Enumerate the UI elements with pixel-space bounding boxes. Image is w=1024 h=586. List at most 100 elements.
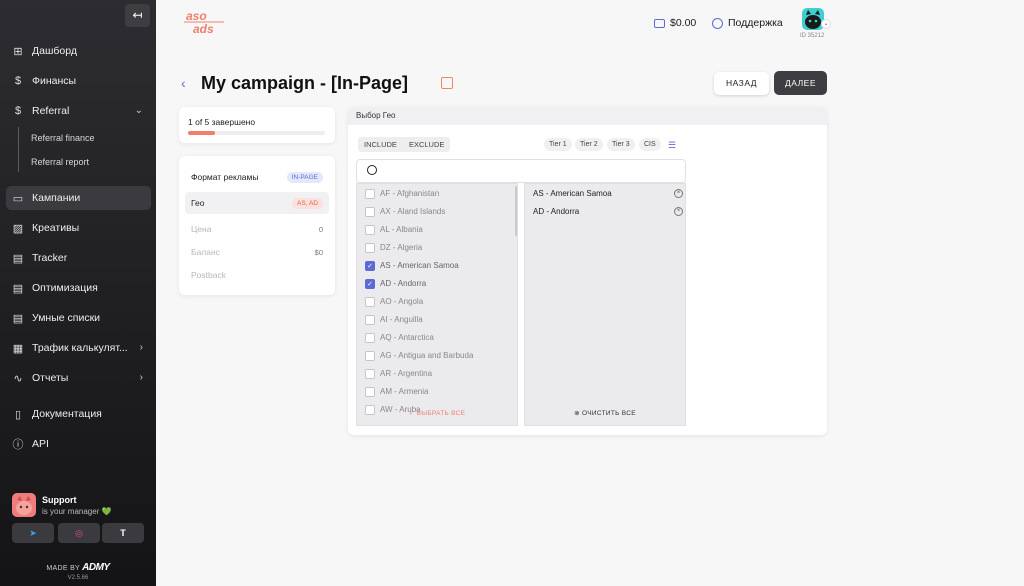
country-label: AG - Antigua and Barbuda <box>380 351 474 360</box>
sidebar-subitem-referral-finance[interactable]: Referral finance <box>31 133 95 143</box>
country-item[interactable]: AG - Antigua and Barbuda <box>365 348 473 363</box>
sidebar-item-label: API <box>32 438 49 450</box>
tiktok-icon: T <box>120 528 126 538</box>
country-item[interactable]: AQ - Antarctica <box>365 330 434 345</box>
back-arrow-icon[interactable]: ‹ <box>181 75 186 91</box>
country-label: AS - American Samoa <box>380 261 459 270</box>
checkbox[interactable] <box>365 368 375 379</box>
sidebar-item-5[interactable]: ▤ Tracker <box>6 246 151 270</box>
country-label: AM - Armenia <box>380 387 429 396</box>
summary-card: Формат рекламы IN-PAGE Гео AS, AD Цена 0… <box>179 156 335 295</box>
sidebar-subitem-referral-report[interactable]: Referral report <box>31 157 89 167</box>
geo-search-input[interactable] <box>383 164 673 179</box>
balance[interactable]: $0.00 <box>654 17 696 29</box>
checkbox[interactable] <box>365 386 375 397</box>
sidebar-item-2[interactable]: $ Referral ⌄ <box>6 99 151 123</box>
sidebar-item-label: Трафик калькулят... <box>32 342 128 354</box>
tier-1-chip[interactable]: Tier 1 <box>544 138 572 151</box>
country-label: AX - Aland Islands <box>380 207 446 216</box>
telegram-button[interactable]: ➤ <box>12 523 54 543</box>
sidebar-item-1[interactable]: $ Финансы <box>6 69 151 93</box>
tiktok-button[interactable]: T <box>102 523 144 543</box>
checkbox[interactable] <box>365 224 375 235</box>
sidebar-item-label: Финансы <box>32 75 77 87</box>
country-item[interactable]: AX - Aland Islands <box>365 204 445 219</box>
collapse-sidebar-button[interactable]: ↤ <box>125 4 150 27</box>
checkbox[interactable]: ✓ <box>365 260 375 271</box>
sidebar-item-label: Креативы <box>32 222 80 234</box>
clear-all-button[interactable]: ⊗ ОЧИСТИТЬ ВСЕ <box>525 409 685 417</box>
exclude-tab[interactable]: EXCLUDE <box>403 137 450 152</box>
countries-list[interactable]: AF - Afghanistan AX - Aland Islands AL - A… <box>356 183 518 426</box>
country-label: AR - Argentina <box>380 369 433 378</box>
sidebar-item-7[interactable]: ▤ Умные списки <box>6 306 151 330</box>
filter-icon[interactable]: ☰ <box>668 140 676 151</box>
summary-row-postback[interactable]: Postback <box>185 264 329 286</box>
scrollbar[interactable] <box>515 186 517 236</box>
back-button[interactable]: НАЗАД <box>714 72 769 95</box>
country-label: DZ - Algeria <box>380 243 423 252</box>
summary-row-balance[interactable]: Баланс $0 <box>185 241 329 263</box>
support-manager[interactable]: Support is your manager 💚 <box>12 493 112 517</box>
country-item[interactable]: AO - Angola <box>365 294 423 309</box>
country-label: AQ - Antarctica <box>380 333 434 342</box>
sidebar-item-label: Кампании <box>32 192 81 204</box>
tier-3-chip[interactable]: Tier 3 <box>607 138 635 151</box>
chevron-down-icon[interactable]: ⌄ <box>821 19 831 29</box>
include-tab[interactable]: INCLUDE <box>358 137 403 152</box>
edit-icon[interactable] <box>441 77 453 89</box>
checkbox[interactable]: ✓ <box>365 278 375 289</box>
geo-search[interactable] <box>356 159 686 183</box>
progress-text: 1 of 5 завершено <box>188 117 256 127</box>
balance-amount: $0.00 <box>670 17 697 29</box>
summary-row-price[interactable]: Цена 0 <box>185 218 329 240</box>
selected-list: AS - American Samoa × AD - Andorra × ⊗ ОЧИС… <box>524 183 686 426</box>
info-icon: ⓘ <box>12 439 24 451</box>
country-item[interactable]: AR - Argentina <box>365 366 432 381</box>
sidebar-item-8[interactable]: ▦ Трафик калькулят... › <box>6 336 151 360</box>
country-label: AL - Albania <box>380 225 423 234</box>
remove-icon[interactable]: × <box>674 207 683 216</box>
sidebar-item-10[interactable]: ▯ Документация <box>6 402 151 426</box>
asoads-logo[interactable]: aso ads <box>184 9 226 36</box>
summary-row-geo[interactable]: Гео AS, AD <box>185 192 329 214</box>
grid-icon: ⊞ <box>13 45 23 58</box>
country-item[interactable]: AL - Albania <box>365 222 423 237</box>
support-link[interactable]: Поддержка <box>712 17 783 29</box>
checkbox[interactable] <box>365 314 375 325</box>
support-title: Support <box>42 494 77 505</box>
user-avatar[interactable] <box>802 8 824 30</box>
country-item[interactable]: AM - Armenia <box>365 384 428 399</box>
checkbox[interactable] <box>365 188 375 199</box>
remove-icon[interactable]: × <box>674 189 683 198</box>
select-all-button[interactable]: ✓ ВЫБРАТЬ ВСЕ <box>357 409 517 417</box>
instagram-button[interactable]: ◎ <box>58 523 100 543</box>
sidebar-item-6[interactable]: ▤ Оптимизация <box>6 276 151 300</box>
cis-chip[interactable]: CIS <box>639 138 661 151</box>
file-icon: ▤ <box>12 312 24 325</box>
sidebar-item-label: Документация <box>32 408 102 420</box>
sidebar-item-11[interactable]: ⓘ API <box>6 432 151 456</box>
checkbox[interactable] <box>365 296 375 307</box>
checkbox[interactable] <box>365 242 375 253</box>
next-button[interactable]: ДАЛЕЕ <box>774 71 827 95</box>
country-item[interactable]: ✓ AS - American Samoa <box>365 258 459 273</box>
sidebar-item-9[interactable]: ∿ Отчеты › <box>6 366 151 390</box>
country-item[interactable]: AI - Anguilla <box>365 312 423 327</box>
checkbox[interactable] <box>365 206 375 217</box>
checkbox[interactable] <box>365 332 375 343</box>
progress-fill <box>188 131 216 135</box>
sidebar-item-4[interactable]: ▨ Креативы <box>6 216 151 240</box>
country-item[interactable]: DZ - Algeria <box>365 240 422 255</box>
progress-card: 1 of 5 завершено <box>179 107 335 143</box>
sidebar-item-3[interactable]: ▭ Кампании <box>6 186 151 210</box>
tier-2-chip[interactable]: Tier 2 <box>575 138 603 151</box>
balance-value: $0 <box>314 247 323 257</box>
country-item[interactable]: AF - Afghanistan <box>365 186 439 201</box>
country-item[interactable]: ✓ AD - Andorra <box>365 276 426 291</box>
checkbox[interactable] <box>365 350 375 361</box>
sidebar-item-0[interactable]: ⊞ Дашборд <box>6 39 151 63</box>
chevron-down-icon: ⌄ <box>134 105 143 116</box>
summary-row-format[interactable]: Формат рекламы IN-PAGE <box>185 166 329 188</box>
geo-header: Выбор Гео <box>348 107 827 125</box>
